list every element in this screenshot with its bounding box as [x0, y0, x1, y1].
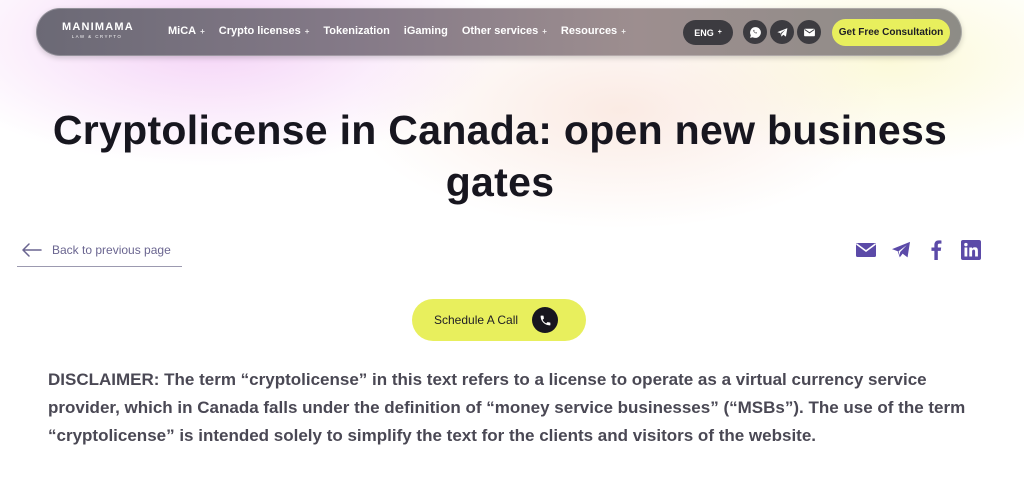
- logo-name: MANIMAMA: [62, 21, 134, 33]
- mail-button[interactable]: [797, 20, 821, 44]
- nav-item-label: Resources: [560, 25, 618, 37]
- share-facebook-button[interactable]: [924, 240, 948, 260]
- nav-item-resources[interactable]: Resources +: [561, 25, 626, 37]
- nav-item-label: Crypto licenses: [218, 25, 301, 37]
- phone-icon: [540, 315, 550, 325]
- nav-item-label: Other services: [461, 25, 539, 37]
- nav-item-crypto-licenses[interactable]: Crypto licenses +: [219, 25, 310, 37]
- arrow-left-icon: [22, 243, 42, 257]
- schedule-a-call-button[interactable]: Schedule A Call: [412, 299, 586, 341]
- whatsapp-button[interactable]: [743, 20, 767, 44]
- main-menu: MiCA + Crypto licenses + Tokenization iG…: [168, 25, 640, 37]
- page-title: Cryptolicense in Canada: open new busine…: [52, 107, 948, 205]
- nav-item-tokenization[interactable]: Tokenization: [323, 25, 389, 37]
- schedule-label: Schedule A Call: [434, 313, 519, 327]
- nav-item-other-services[interactable]: Other services +: [462, 25, 547, 37]
- telegram-button[interactable]: [770, 20, 794, 44]
- logo[interactable]: MANIMAMA LAW & CRYPTO: [62, 21, 134, 39]
- share-buttons: [854, 240, 994, 260]
- dropdown-plus-icon: +: [200, 26, 205, 36]
- nav-item-igaming[interactable]: iGaming: [404, 25, 448, 37]
- get-free-consultation-button[interactable]: Get Free Consultation: [832, 19, 950, 46]
- language-label: ENG: [694, 27, 714, 38]
- whatsapp-icon: [749, 26, 761, 38]
- linkedin-icon: [961, 240, 981, 260]
- nav-item-mica[interactable]: MiCA +: [168, 25, 205, 37]
- telegram-icon: [892, 241, 910, 258]
- share-telegram-button[interactable]: [889, 240, 913, 260]
- logo-tagline: LAW & CRYPTO: [71, 34, 123, 39]
- share-linkedin-button[interactable]: [959, 240, 983, 260]
- back-link-label: Back to previous page: [52, 243, 171, 257]
- telegram-icon: [776, 27, 787, 37]
- language-selector[interactable]: ENG +: [683, 20, 733, 45]
- share-mail-button[interactable]: [854, 240, 878, 260]
- dropdown-plus-icon: +: [621, 26, 626, 36]
- phone-icon-badge: [532, 307, 559, 333]
- dropdown-plus-icon: +: [717, 29, 722, 36]
- back-to-previous-page-link[interactable]: Back to previous page: [17, 234, 182, 267]
- nav-item-label: iGaming: [403, 25, 448, 37]
- mail-icon: [856, 243, 876, 257]
- top-navigation-bar: MANIMAMA LAW & CRYPTO MiCA + Crypto lice…: [36, 8, 962, 56]
- nav-item-label: MiCA: [168, 25, 197, 37]
- disclaimer-text: DISCLAIMER: The term “cryptolicense” in …: [48, 370, 966, 445]
- nav-item-label: Tokenization: [323, 25, 390, 37]
- dropdown-plus-icon: +: [304, 26, 310, 36]
- facebook-icon: [931, 240, 942, 260]
- mail-icon: [803, 28, 815, 36]
- dropdown-plus-icon: +: [542, 26, 547, 36]
